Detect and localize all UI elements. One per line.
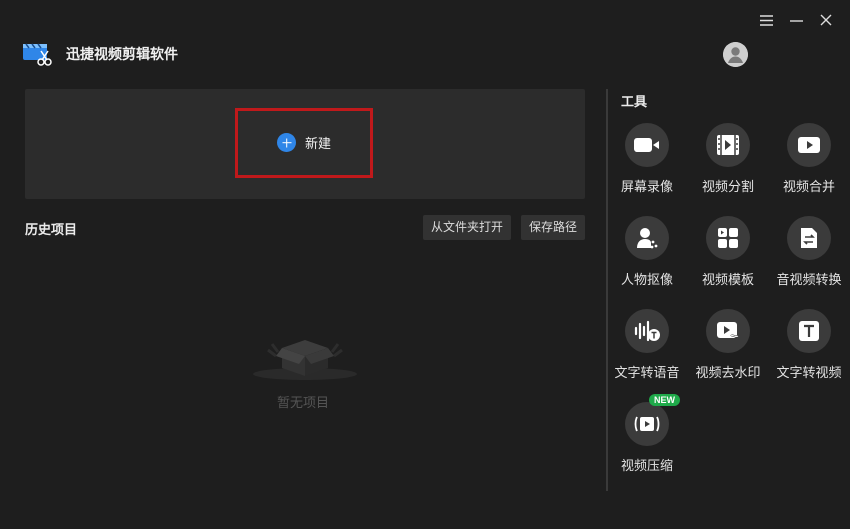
tool-label: 视频去水印 — [695, 366, 761, 381]
tool-label: 视频分割 — [701, 180, 754, 195]
minimize-icon[interactable] — [788, 12, 804, 28]
template-icon — [706, 216, 750, 260]
open-from-folder-button[interactable]: 从文件夹打开 — [423, 215, 511, 240]
tool-remove-watermark[interactable]: 视频去水印 — [688, 309, 768, 381]
text-to-speech-icon — [625, 309, 669, 353]
tool-av-convert[interactable]: 音视频转换 — [769, 216, 849, 288]
tool-label: 屏幕录像 — [620, 180, 673, 195]
close-icon[interactable] — [818, 12, 834, 28]
tool-label: 视频模板 — [701, 273, 754, 288]
tool-label: 文字转视频 — [776, 366, 842, 381]
tool-video-template[interactable]: 视频模板 — [688, 216, 768, 288]
menu-icon[interactable] — [758, 12, 774, 28]
film-split-icon — [706, 123, 750, 167]
new-badge: NEW — [649, 394, 680, 406]
app-title: 迅捷视频剪辑软件 — [66, 47, 178, 63]
tool-video-merge[interactable]: 视频合并 — [769, 123, 849, 195]
text-to-video-icon — [787, 309, 831, 353]
tool-person-cutout[interactable]: 人物抠像 — [607, 216, 687, 288]
film-scissors-icon — [22, 40, 52, 68]
window-controls — [758, 12, 834, 28]
tool-text-to-speech[interactable]: 文字转语音 — [607, 309, 687, 381]
app-header: 迅捷视频剪辑软件 — [22, 40, 178, 68]
save-path-button[interactable]: 保存路径 — [521, 215, 585, 240]
camera-icon — [625, 123, 669, 167]
new-project-button[interactable]: 新建 — [277, 133, 331, 152]
new-project-label: 新建 — [305, 137, 332, 152]
tool-video-compress[interactable]: NEW 视频压缩 — [607, 394, 687, 474]
convert-icon — [787, 216, 831, 260]
tool-label: 视频压缩 — [620, 459, 673, 474]
empty-state-text: 暂无项目 — [277, 396, 330, 411]
tool-label: 音视频转换 — [776, 273, 842, 288]
plus-circle-icon — [277, 133, 296, 152]
tool-label: 人物抠像 — [620, 273, 673, 288]
empty-box-icon — [248, 330, 363, 380]
watermark-remove-icon — [706, 309, 750, 353]
tools-title: 工具 — [621, 95, 648, 110]
user-avatar-icon[interactable] — [723, 42, 748, 67]
new-project-panel[interactable]: 新建 — [25, 89, 585, 199]
history-title: 历史项目 — [25, 223, 78, 238]
video-merge-icon — [787, 123, 831, 167]
compress-icon: NEW — [625, 394, 680, 446]
tool-label: 视频合并 — [782, 180, 835, 195]
tool-video-split[interactable]: 视频分割 — [688, 123, 768, 195]
tool-label: 文字转语音 — [614, 366, 680, 381]
tool-text-to-video[interactable]: 文字转视频 — [769, 309, 849, 381]
person-cutout-icon — [625, 216, 669, 260]
tool-screen-record[interactable]: 屏幕录像 — [607, 123, 687, 195]
